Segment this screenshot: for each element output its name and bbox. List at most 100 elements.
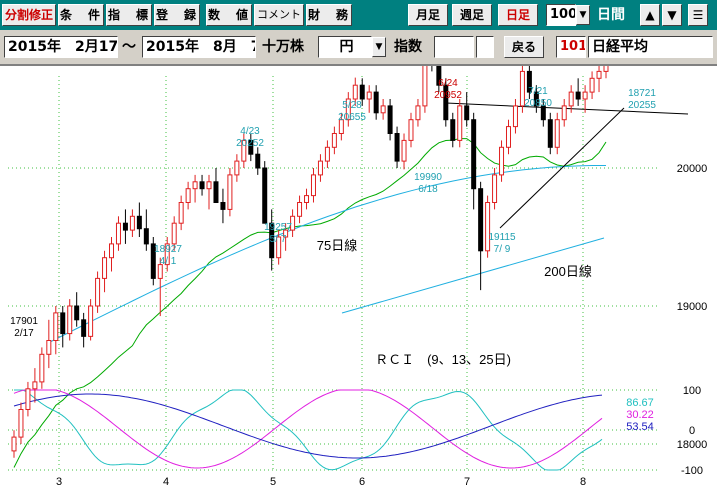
candle-up <box>297 202 303 217</box>
candle-up <box>331 133 337 148</box>
candle-down <box>450 119 456 141</box>
candle-up <box>115 222 121 245</box>
index-field-1[interactable] <box>434 36 474 58</box>
financials-button[interactable]: 財 務 <box>306 4 352 26</box>
code-field[interactable]: 101 <box>556 36 586 58</box>
rci25-value: 53.54 <box>626 421 654 433</box>
annotation-start-price: 17901 <box>10 316 38 327</box>
rci-tick-label: 100 <box>683 385 701 397</box>
candle-up <box>171 222 177 245</box>
annotation-high-may-val: 20655 <box>338 112 366 123</box>
bar-unit-label: 日間 <box>597 7 625 23</box>
annotation-high-apr-val: 20252 <box>236 138 264 149</box>
candle-down <box>213 181 219 204</box>
range-separator: ～ <box>122 39 136 55</box>
candle-down <box>394 133 400 162</box>
annotation-high-jun-date: 6/24 <box>438 78 458 89</box>
month-label: 7 <box>464 476 470 488</box>
ma200-label: 200日線 <box>544 264 592 279</box>
candle-up <box>401 139 407 162</box>
candle-down <box>575 91 581 100</box>
candle-up <box>568 91 574 107</box>
candle-down <box>464 105 470 121</box>
comment-button[interactable]: コメント <box>254 4 304 26</box>
candle-up <box>95 277 101 307</box>
candle-up <box>317 160 323 176</box>
candle-down <box>478 188 484 252</box>
month-label: 6 <box>359 476 365 488</box>
candle-up <box>25 388 31 410</box>
candle-up <box>415 105 421 121</box>
month-label: 4 <box>163 476 169 488</box>
candle-up <box>512 105 518 128</box>
candle-up <box>39 353 45 383</box>
currency-select[interactable]: 円 <box>318 36 372 58</box>
index-field-2[interactable] <box>476 36 494 58</box>
end-date-field[interactable]: 2015年 8月 7日 <box>142 36 256 58</box>
annotation-high-apr-date: 4/23 <box>240 126 260 137</box>
start-date-field[interactable]: 2015年 2月17日 <box>4 36 118 58</box>
candle-up <box>67 305 73 335</box>
candle-down <box>60 312 66 335</box>
currency-dropdown-icon[interactable]: ▼ <box>372 37 386 57</box>
daily-button[interactable]: 日足 <box>498 4 538 26</box>
app-window: 分割修正 条 件 指 標 登 録 数 値 コメント 財 務 月足 週足 日足 1… <box>0 0 717 492</box>
candle-up <box>408 119 414 141</box>
candle-down <box>255 153 261 169</box>
candle-up <box>102 257 108 279</box>
candle-down <box>262 167 268 224</box>
candle-down <box>359 84 365 100</box>
month-label: 5 <box>270 476 276 488</box>
candle-up <box>304 195 310 204</box>
bar-count-field[interactable]: 100 <box>546 4 576 26</box>
chart-area[interactable]: 20000 19000 18000 100 0 -100 3 4 5 6 7 8 17901 2/17 18… <box>0 36 717 492</box>
candle-up <box>46 340 52 355</box>
rci13-value: 30.22 <box>626 409 654 421</box>
register-button[interactable]: 登 録 <box>154 4 200 26</box>
rci-tick-label: 0 <box>689 425 695 437</box>
values-button[interactable]: 数 値 <box>206 4 252 26</box>
candle-up <box>109 243 115 259</box>
candle-up <box>596 70 602 79</box>
annotation-low-apr-date: 4/ 1 <box>160 256 177 267</box>
bar-count-dropdown-icon[interactable]: ▼ <box>576 5 590 25</box>
candle-up <box>422 57 428 107</box>
ma-short-line <box>13 138 607 468</box>
candle-down <box>373 91 379 114</box>
indicators-button[interactable]: 指 標 <box>106 4 152 26</box>
conditions-button[interactable]: 条 件 <box>58 4 104 26</box>
price-tick-label: 20000 <box>677 163 708 175</box>
stock-name-field[interactable]: 日経平均 <box>588 36 713 58</box>
candle-down <box>74 305 80 321</box>
annotation-low-jun: 19990 <box>414 172 442 183</box>
candle-up <box>582 91 588 100</box>
candle-down <box>136 215 142 230</box>
candle-up <box>380 105 386 114</box>
weekly-button[interactable]: 週足 <box>452 4 492 26</box>
candle-up <box>192 181 198 190</box>
candle-up <box>129 215 135 231</box>
triangle-up-icon[interactable]: ▲ <box>640 4 660 26</box>
rci-title: ＲＣＩ (9、13、25日) <box>375 352 511 367</box>
monthly-button[interactable]: 月足 <box>408 4 448 26</box>
menu-icon[interactable]: ☰ <box>688 4 708 26</box>
candle-up <box>603 57 609 72</box>
month-label: 3 <box>56 476 62 488</box>
triangle-down-icon[interactable]: ▼ <box>662 4 682 26</box>
volume-unit-label: 十万株 <box>262 39 304 55</box>
candle-up <box>18 409 24 438</box>
candle-up <box>352 84 358 100</box>
candle-up <box>589 77 595 93</box>
candle-down <box>143 228 149 245</box>
price-tick-label: 19000 <box>677 301 708 313</box>
split-adjust-button[interactable]: 分割修正 <box>2 4 56 26</box>
annotation-high-jul-val: 20850 <box>524 98 552 109</box>
candle-up <box>457 105 463 141</box>
annotation-last-close: 20255 <box>628 100 656 111</box>
rci13-line <box>13 389 603 469</box>
toolbar: 分割修正 条 件 指 標 登 録 数 値 コメント 財 務 月足 週足 日足 1… <box>0 0 717 30</box>
back-button[interactable]: 戻る <box>504 36 544 58</box>
candle-up <box>11 436 17 452</box>
month-label: 8 <box>580 476 586 488</box>
candle-up <box>492 174 498 204</box>
